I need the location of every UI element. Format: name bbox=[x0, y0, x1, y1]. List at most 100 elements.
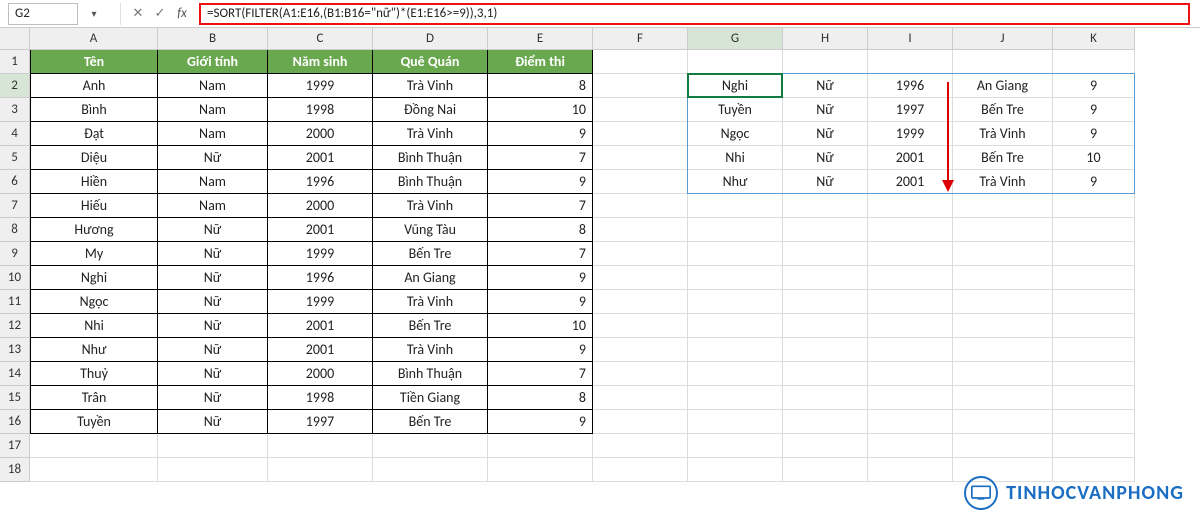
cell-D10[interactable]: An Giang bbox=[373, 266, 488, 290]
cell-F7[interactable] bbox=[593, 194, 688, 218]
cell-I2[interactable]: 1996 bbox=[868, 74, 953, 98]
cell-H2[interactable]: Nữ bbox=[783, 74, 868, 98]
cell-I7[interactable] bbox=[868, 194, 953, 218]
cell-I17[interactable] bbox=[868, 434, 953, 458]
cell-I10[interactable] bbox=[868, 266, 953, 290]
cell-D15[interactable]: Tiền Giang bbox=[373, 386, 488, 410]
cell-B10[interactable]: Nữ bbox=[158, 266, 268, 290]
row-header-16[interactable]: 16 bbox=[0, 410, 30, 434]
cell-B2[interactable]: Nam bbox=[158, 74, 268, 98]
cell-K10[interactable] bbox=[1053, 266, 1135, 290]
cell-A11[interactable]: Ngọc bbox=[30, 290, 158, 314]
cell-K3[interactable]: 9 bbox=[1053, 98, 1135, 122]
cell-B4[interactable]: Nam bbox=[158, 122, 268, 146]
cell-K12[interactable] bbox=[1053, 314, 1135, 338]
cell-C4[interactable]: 2000 bbox=[268, 122, 373, 146]
cell-G7[interactable] bbox=[688, 194, 783, 218]
cell-B8[interactable]: Nữ bbox=[158, 218, 268, 242]
cell-I3[interactable]: 1997 bbox=[868, 98, 953, 122]
cell-B14[interactable]: Nữ bbox=[158, 362, 268, 386]
col-header-G[interactable]: G bbox=[688, 28, 783, 50]
cell-C3[interactable]: 1998 bbox=[268, 98, 373, 122]
cell-A10[interactable]: Nghi bbox=[30, 266, 158, 290]
cell-G9[interactable] bbox=[688, 242, 783, 266]
cell-C8[interactable]: 2001 bbox=[268, 218, 373, 242]
cell-D3[interactable]: Đồng Nai bbox=[373, 98, 488, 122]
cell-A18[interactable] bbox=[30, 458, 158, 482]
cell-K5[interactable]: 10 bbox=[1053, 146, 1135, 170]
cell-H5[interactable]: Nữ bbox=[783, 146, 868, 170]
cell-C12[interactable]: 2001 bbox=[268, 314, 373, 338]
row-header-6[interactable]: 6 bbox=[0, 170, 30, 194]
cell-E7[interactable]: 7 bbox=[488, 194, 593, 218]
cell-F6[interactable] bbox=[593, 170, 688, 194]
cell-C15[interactable]: 1998 bbox=[268, 386, 373, 410]
col-header-K[interactable]: K bbox=[1053, 28, 1135, 50]
fx-icon[interactable]: fx bbox=[171, 3, 193, 25]
cell-B9[interactable]: Nữ bbox=[158, 242, 268, 266]
cell-J5[interactable]: Bến Tre bbox=[953, 146, 1053, 170]
cell-B15[interactable]: Nữ bbox=[158, 386, 268, 410]
cell-D8[interactable]: Vũng Tàu bbox=[373, 218, 488, 242]
cell-H4[interactable]: Nữ bbox=[783, 122, 868, 146]
cell-H14[interactable] bbox=[783, 362, 868, 386]
cell-C11[interactable]: 1999 bbox=[268, 290, 373, 314]
cell-I12[interactable] bbox=[868, 314, 953, 338]
col-header-F[interactable]: F bbox=[593, 28, 688, 50]
row-header-11[interactable]: 11 bbox=[0, 290, 30, 314]
col-header-C[interactable]: C bbox=[268, 28, 373, 50]
cell-I18[interactable] bbox=[868, 458, 953, 482]
cell-F8[interactable] bbox=[593, 218, 688, 242]
cell-A2[interactable]: Anh bbox=[30, 74, 158, 98]
cell-G3[interactable]: Tuyền bbox=[688, 98, 783, 122]
cell-A17[interactable] bbox=[30, 434, 158, 458]
cell-G14[interactable] bbox=[688, 362, 783, 386]
cell-E9[interactable]: 7 bbox=[488, 242, 593, 266]
cell-E8[interactable]: 8 bbox=[488, 218, 593, 242]
cell-B3[interactable]: Nam bbox=[158, 98, 268, 122]
cell-J7[interactable] bbox=[953, 194, 1053, 218]
cell-H17[interactable] bbox=[783, 434, 868, 458]
cell-J11[interactable] bbox=[953, 290, 1053, 314]
cell-G17[interactable] bbox=[688, 434, 783, 458]
cell-C13[interactable]: 2001 bbox=[268, 338, 373, 362]
cell-K4[interactable]: 9 bbox=[1053, 122, 1135, 146]
cell-K6[interactable]: 9 bbox=[1053, 170, 1135, 194]
cell-J9[interactable] bbox=[953, 242, 1053, 266]
cell-D5[interactable]: Bình Thuận bbox=[373, 146, 488, 170]
cell-C18[interactable] bbox=[268, 458, 373, 482]
cell-D17[interactable] bbox=[373, 434, 488, 458]
cell-A15[interactable]: Trân bbox=[30, 386, 158, 410]
cell-K16[interactable] bbox=[1053, 410, 1135, 434]
col-header-E[interactable]: E bbox=[488, 28, 593, 50]
cell-E13[interactable]: 9 bbox=[488, 338, 593, 362]
cell-F14[interactable] bbox=[593, 362, 688, 386]
row-header-7[interactable]: 7 bbox=[0, 194, 30, 218]
cell-H8[interactable] bbox=[783, 218, 868, 242]
cell-G8[interactable] bbox=[688, 218, 783, 242]
cell-F13[interactable] bbox=[593, 338, 688, 362]
cell-F11[interactable] bbox=[593, 290, 688, 314]
cell-I6[interactable]: 2001 bbox=[868, 170, 953, 194]
cell-H12[interactable] bbox=[783, 314, 868, 338]
col-header-J[interactable]: J bbox=[953, 28, 1053, 50]
cell-K13[interactable] bbox=[1053, 338, 1135, 362]
formula-input[interactable]: =SORT(FILTER(A1:E16,(B1:B16="nữ")*(E1:E1… bbox=[199, 3, 1190, 25]
cell-J15[interactable] bbox=[953, 386, 1053, 410]
row-header-10[interactable]: 10 bbox=[0, 266, 30, 290]
cell-B5[interactable]: Nữ bbox=[158, 146, 268, 170]
col-header-D[interactable]: D bbox=[373, 28, 488, 50]
cell-I4[interactable]: 1999 bbox=[868, 122, 953, 146]
cell-D12[interactable]: Bến Tre bbox=[373, 314, 488, 338]
cell-J3[interactable]: Bến Tre bbox=[953, 98, 1053, 122]
cell-I1[interactable] bbox=[868, 50, 953, 74]
cell-B6[interactable]: Nam bbox=[158, 170, 268, 194]
col-header-A[interactable]: A bbox=[30, 28, 158, 50]
cell-I16[interactable] bbox=[868, 410, 953, 434]
name-box[interactable]: G2 bbox=[8, 3, 78, 25]
name-box-dropdown[interactable]: ▾ bbox=[86, 3, 102, 25]
cell-F5[interactable] bbox=[593, 146, 688, 170]
cell-B11[interactable]: Nữ bbox=[158, 290, 268, 314]
cell-E6[interactable]: 9 bbox=[488, 170, 593, 194]
cell-E5[interactable]: 7 bbox=[488, 146, 593, 170]
